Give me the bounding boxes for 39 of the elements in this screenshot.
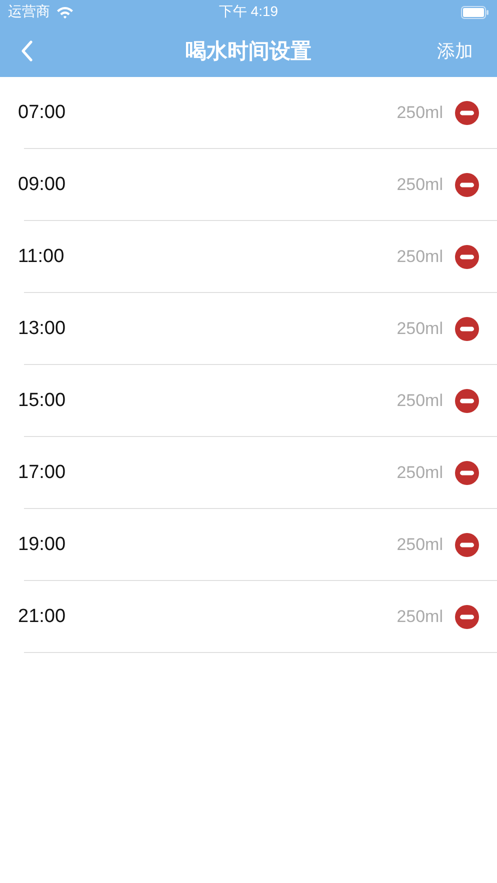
delete-button[interactable]	[455, 533, 479, 557]
reminder-time: 15:00	[18, 390, 67, 412]
clock-time: 下午 4:19	[218, 3, 278, 19]
page-title: 喝水时间设置	[186, 38, 312, 64]
water-amount: 250ml	[396, 247, 443, 267]
minus-circle-icon	[455, 317, 479, 341]
delete-button[interactable]	[455, 317, 479, 341]
delete-button[interactable]	[455, 173, 479, 197]
water-amount: 250ml	[396, 535, 443, 555]
add-button[interactable]: 添加	[429, 34, 481, 66]
water-amount: 250ml	[396, 319, 443, 339]
delete-button[interactable]	[455, 389, 479, 413]
battery-icon	[461, 6, 489, 18]
water-amount: 250ml	[396, 175, 443, 195]
carrier-label: 运营商	[8, 3, 50, 21]
water-amount: 250ml	[396, 463, 443, 483]
reminder-time: 21:00	[18, 606, 67, 628]
reminder-time: 13:00	[18, 318, 67, 340]
water-amount: 250ml	[396, 103, 443, 123]
reminder-time: 17:00	[18, 462, 67, 484]
minus-circle-icon	[455, 389, 479, 413]
minus-circle-icon	[455, 461, 479, 485]
minus-circle-icon	[455, 173, 479, 197]
reminder-time: 07:00	[18, 102, 67, 124]
water-amount: 250ml	[396, 607, 443, 627]
delete-button[interactable]	[455, 245, 479, 269]
delete-button[interactable]	[455, 101, 479, 125]
delete-button[interactable]	[455, 605, 479, 629]
water-amount: 250ml	[396, 391, 443, 411]
delete-button[interactable]	[455, 461, 479, 485]
wifi-icon	[56, 6, 74, 18]
minus-circle-icon	[455, 245, 479, 269]
reminder-time: 11:00	[18, 246, 66, 268]
back-chevron-icon	[20, 40, 34, 62]
reminder-time: 09:00	[18, 174, 67, 196]
minus-circle-icon	[455, 605, 479, 629]
reminder-time: 19:00	[18, 534, 67, 556]
minus-circle-icon	[455, 101, 479, 125]
minus-circle-icon	[455, 533, 479, 557]
